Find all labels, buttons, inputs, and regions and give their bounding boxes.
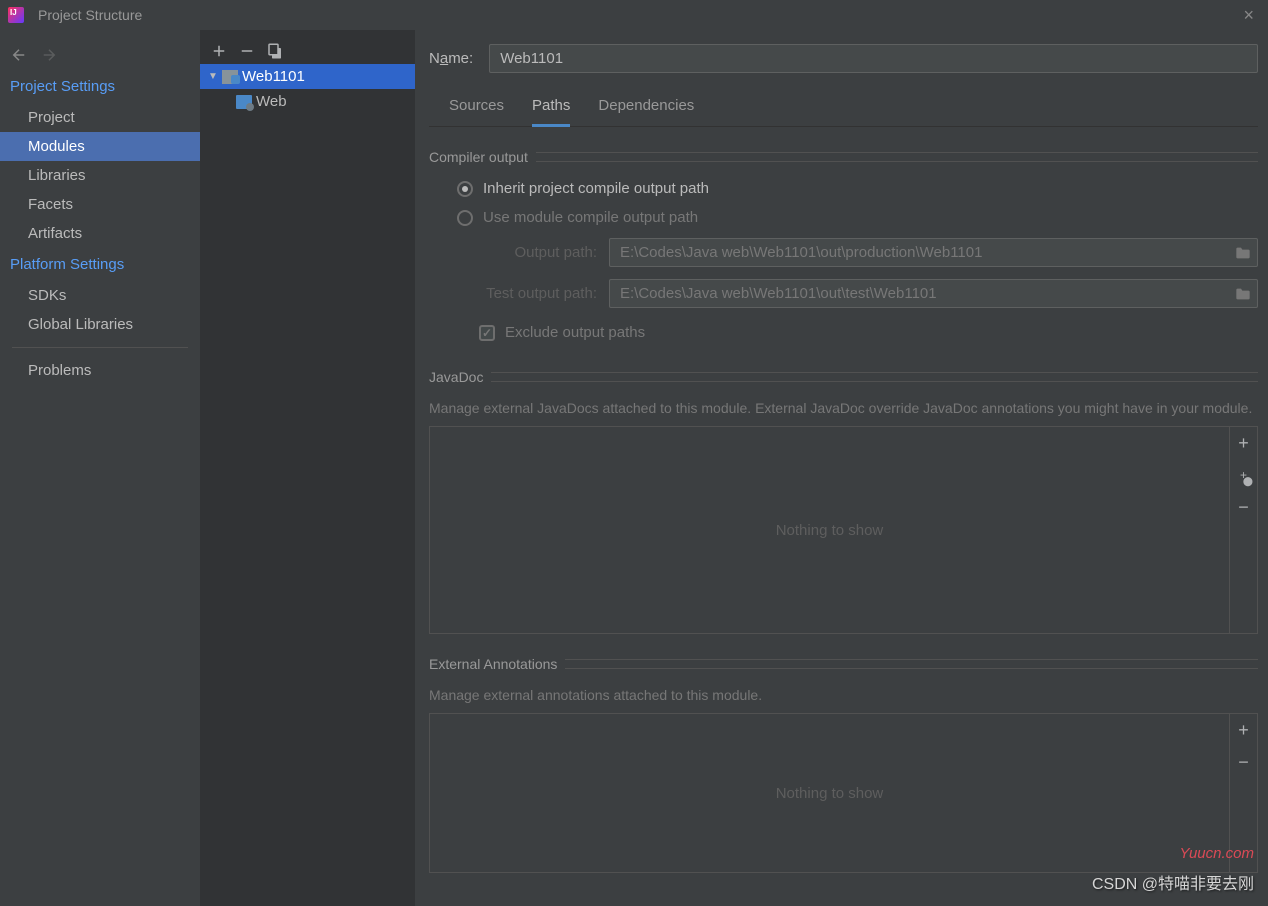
exclude-checkbox-row[interactable]: Exclude output paths	[429, 314, 1258, 347]
annotations-section: External Annotations	[429, 634, 1258, 669]
javadoc-desc: Manage external JavaDocs attached to thi…	[429, 394, 1258, 422]
close-icon[interactable]: ×	[1237, 5, 1260, 26]
test-output-label: Test output path:	[457, 285, 597, 302]
output-label: Output path:	[457, 244, 597, 261]
app-icon	[8, 7, 24, 23]
nav-project[interactable]: Project	[0, 103, 200, 132]
tab-dependencies[interactable]: Dependencies	[598, 91, 694, 126]
watermark: CSDN @特喵非要去刚	[1092, 870, 1254, 894]
expand-icon[interactable]: ▼	[208, 71, 218, 82]
separator	[12, 347, 188, 348]
tree-facet-label: Web	[256, 93, 287, 110]
output-path-input[interactable]	[610, 239, 1229, 266]
add-icon[interactable]: +	[1230, 714, 1257, 746]
annotations-list: Nothing to show + −	[429, 713, 1258, 873]
name-input[interactable]	[489, 44, 1258, 73]
name-label: Name:	[429, 50, 473, 67]
nav-modules[interactable]: Modules	[0, 132, 200, 161]
section-platform-settings: Platform Settings	[0, 248, 200, 281]
nav-libraries[interactable]: Libraries	[0, 161, 200, 190]
module-tree: ▼ Web1101 Web	[200, 30, 415, 906]
tab-sources[interactable]: Sources	[449, 91, 504, 126]
compiler-section: Compiler output	[429, 127, 1258, 162]
tree-facet[interactable]: Web	[200, 89, 415, 114]
watermark: Yuucn.com	[1180, 845, 1254, 862]
titlebar: Project Structure ×	[0, 0, 1268, 30]
annotations-desc: Manage external annotations attached to …	[429, 681, 1258, 709]
window-title: Project Structure	[38, 7, 142, 23]
javadoc-section: JavaDoc	[429, 347, 1258, 382]
radio-icon[interactable]	[457, 181, 473, 197]
test-output-path-input[interactable]	[610, 280, 1229, 307]
radio-inherit[interactable]: Inherit project compile output path	[429, 174, 1258, 203]
remove-icon[interactable]: −	[1230, 746, 1257, 778]
remove-icon[interactable]	[238, 42, 256, 60]
sidebar: Project Settings Project Modules Librari…	[0, 30, 200, 906]
empty-text: Nothing to show	[430, 714, 1229, 872]
content: Name: Sources Paths Dependencies Compile…	[415, 30, 1268, 906]
add-icon[interactable]: +	[1230, 427, 1257, 459]
nav-facets[interactable]: Facets	[0, 190, 200, 219]
javadoc-list: Nothing to show + +⬤ −	[429, 426, 1258, 634]
add-icon[interactable]	[210, 42, 228, 60]
forward-icon	[40, 46, 58, 64]
nav-sdks[interactable]: SDKs	[0, 281, 200, 310]
radio-module[interactable]: Use module compile output path	[429, 203, 1258, 232]
web-icon	[236, 95, 252, 109]
nav-global-libraries[interactable]: Global Libraries	[0, 310, 200, 339]
tree-module[interactable]: ▼ Web1101	[200, 64, 415, 89]
section-project-settings: Project Settings	[0, 70, 200, 103]
module-icon	[222, 70, 238, 84]
browse-icon[interactable]	[1229, 239, 1257, 266]
back-icon[interactable]	[10, 46, 28, 64]
empty-text: Nothing to show	[430, 427, 1229, 633]
remove-icon[interactable]: −	[1230, 491, 1257, 523]
tree-module-label: Web1101	[242, 68, 305, 85]
radio-icon[interactable]	[457, 210, 473, 226]
browse-icon[interactable]	[1229, 280, 1257, 307]
copy-icon[interactable]	[266, 42, 284, 60]
nav-artifacts[interactable]: Artifacts	[0, 219, 200, 248]
nav-problems[interactable]: Problems	[0, 356, 200, 385]
add-url-icon[interactable]: +⬤	[1230, 459, 1257, 491]
tabs: Sources Paths Dependencies	[429, 91, 1258, 127]
tab-paths[interactable]: Paths	[532, 91, 570, 127]
checkbox-icon[interactable]	[479, 325, 495, 341]
